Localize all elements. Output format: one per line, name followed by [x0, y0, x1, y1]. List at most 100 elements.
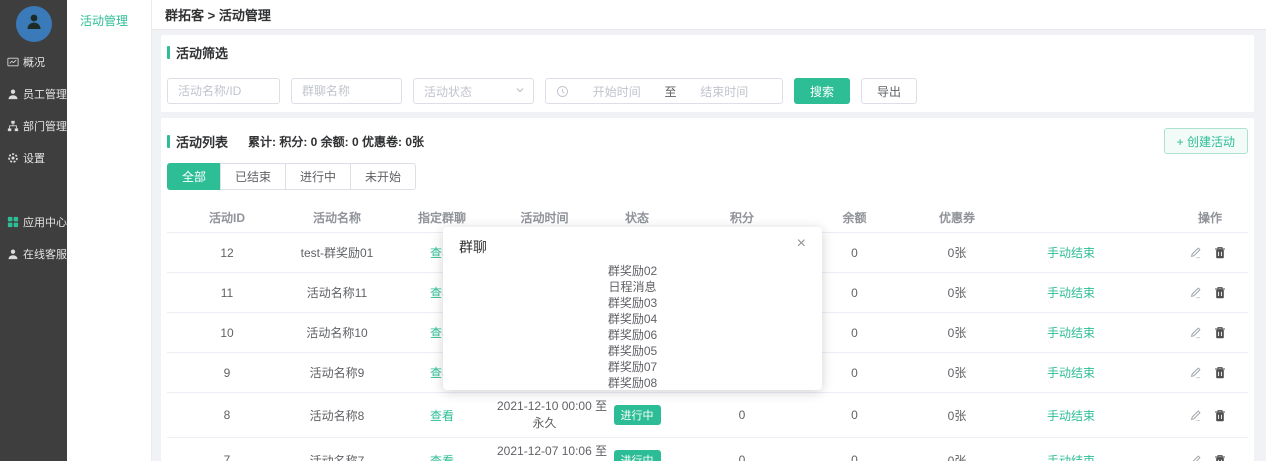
delete-icon[interactable] — [1214, 246, 1226, 259]
sidebar-item-department[interactable]: 部门管理 — [0, 110, 67, 142]
cell-activity-name: 活动名称10 — [287, 324, 387, 341]
cell-balance: 0 — [802, 453, 907, 461]
cell-activity-id: 7 — [167, 453, 287, 461]
row-action-icons — [1189, 246, 1248, 259]
column-header: 积分 — [682, 209, 802, 226]
tab-1[interactable]: 已结束 — [220, 163, 286, 190]
sidebar-item-settings[interactable]: 设置 — [0, 142, 67, 174]
manual-end-link[interactable]: 手动结束 — [1047, 407, 1095, 424]
delete-icon[interactable] — [1214, 366, 1226, 379]
cell-group-chat: 查看 — [387, 452, 497, 461]
cell-operations: 手动结束 — [1007, 407, 1248, 424]
row-action-icons — [1189, 366, 1248, 379]
cell-activity-time: 2021-12-07 10:06 至永久 — [497, 443, 592, 461]
row-action-icons — [1189, 286, 1248, 299]
sidebar-item-label: 设置 — [23, 150, 45, 166]
cell-coupons: 0张 — [907, 324, 1007, 341]
sidebar-item-service[interactable]: 在线客服 — [0, 238, 67, 270]
manual-end-link[interactable]: 手动结束 — [1047, 364, 1095, 381]
headset-person-icon — [7, 248, 19, 260]
app-grid-icon — [7, 216, 19, 228]
edit-icon[interactable] — [1189, 454, 1202, 461]
view-link[interactable]: 查看 — [430, 454, 454, 461]
export-button[interactable]: 导出 — [861, 78, 917, 104]
column-header: 活动ID — [167, 209, 287, 226]
sidebar-item-label: 在线客服 — [23, 246, 67, 262]
group-chat-item: 群奖励03 — [459, 295, 806, 311]
search-button[interactable]: 搜索 — [794, 78, 850, 104]
column-header: 余额 — [802, 209, 907, 226]
end-time-placeholder: 结束时间 — [677, 83, 773, 100]
cell-activity-id: 10 — [167, 326, 287, 340]
cell-activity-id: 8 — [167, 408, 287, 422]
list-section-title: 活动列表 — [167, 132, 228, 151]
cell-coupons: 0张 — [907, 284, 1007, 301]
person-icon — [7, 88, 19, 100]
green-bar-icon — [167, 135, 170, 148]
column-header: 指定群聊 — [387, 209, 497, 226]
cell-operations: 手动结束 — [1007, 284, 1248, 301]
activity-name-input[interactable] — [167, 78, 280, 104]
filter-card: 活动筛选 活动状态 开始时间 至 结束时间 搜索 导出 — [161, 35, 1254, 112]
cell-coupons: 0张 — [907, 452, 1007, 461]
column-header: 活动时间 — [497, 209, 592, 226]
cell-status: 进行中 — [592, 450, 682, 461]
tab-3[interactable]: 未开始 — [350, 163, 416, 190]
row-action-icons — [1189, 454, 1248, 461]
group-chat-list: 群奖励02日程消息群奖励03群奖励04群奖励06群奖励05群奖励07群奖励08 — [459, 263, 806, 391]
edit-icon[interactable] — [1189, 409, 1202, 422]
close-icon[interactable]: × — [797, 237, 806, 251]
delete-icon[interactable] — [1214, 409, 1226, 422]
sidebar-item-overview[interactable]: 概况 — [0, 46, 67, 78]
list-title: 活动列表 — [176, 132, 228, 151]
edit-icon[interactable] — [1189, 366, 1202, 379]
cell-activity-name: 活动名称9 — [287, 364, 387, 381]
activity-status-select[interactable]: 活动状态 — [413, 78, 534, 104]
edit-icon[interactable] — [1189, 246, 1202, 259]
group-chat-item: 群奖励07 — [459, 359, 806, 375]
modal-header: 群聊 × — [459, 237, 806, 257]
row-action-icons — [1189, 326, 1248, 339]
status-tabs: 全部已结束进行中未开始 — [167, 163, 1248, 190]
edit-icon[interactable] — [1189, 286, 1202, 299]
group-chat-item: 群奖励04 — [459, 311, 806, 327]
date-range-picker[interactable]: 开始时间 至 结束时间 — [545, 78, 783, 104]
cell-activity-id: 12 — [167, 246, 287, 260]
sidebar-item-apps[interactable]: 应用中心 — [0, 206, 67, 238]
view-link[interactable]: 查看 — [430, 409, 454, 423]
sidebar-item-label: 应用中心 — [23, 214, 67, 230]
table-row: 8活动名称8查看2021-12-10 00:00 至永久进行中000张手动结束 — [167, 393, 1248, 438]
topbar: 群拓客 > 活动管理 — [152, 0, 1266, 30]
sidebar-nav: 概况员工管理部门管理设置应用中心在线客服 — [0, 46, 67, 270]
group-name-input[interactable] — [291, 78, 402, 104]
tab-2[interactable]: 进行中 — [285, 163, 351, 190]
edit-icon[interactable] — [1189, 326, 1202, 339]
manual-end-link[interactable]: 手动结束 — [1047, 244, 1095, 261]
delete-icon[interactable] — [1214, 326, 1226, 339]
cell-status: 进行中 — [592, 405, 682, 425]
submenu-panel: 活动管理 — [67, 0, 152, 461]
status-badge: 进行中 — [614, 450, 661, 461]
app-logo[interactable] — [16, 6, 52, 42]
org-icon — [7, 120, 19, 132]
manual-end-link[interactable]: 手动结束 — [1047, 324, 1095, 341]
submenu-item-activity[interactable]: 活动管理 — [67, 0, 151, 29]
delete-icon[interactable] — [1214, 454, 1226, 461]
cell-operations: 手动结束 — [1007, 324, 1248, 341]
filter-row: 活动状态 开始时间 至 结束时间 搜索 导出 — [167, 78, 1248, 104]
cell-operations: 手动结束 — [1007, 364, 1248, 381]
column-header: 活动名称 — [287, 209, 387, 226]
create-activity-button[interactable]: + 创建活动 — [1164, 128, 1248, 154]
date-to-label: 至 — [665, 83, 677, 100]
totals-stats: 累计: 积分: 0 余额: 0 优惠卷: 0张 — [248, 133, 424, 150]
filter-section-title: 活动筛选 — [167, 43, 1248, 62]
delete-icon[interactable] — [1214, 286, 1226, 299]
manual-end-link[interactable]: 手动结束 — [1047, 284, 1095, 301]
tab-0[interactable]: 全部 — [167, 163, 221, 190]
clock-icon — [556, 85, 569, 98]
sidebar-item-staff[interactable]: 员工管理 — [0, 78, 67, 110]
manual-end-link[interactable]: 手动结束 — [1047, 452, 1095, 461]
row-action-icons — [1189, 409, 1248, 422]
dashboard-icon — [7, 56, 19, 68]
column-header: 优惠券 — [907, 209, 1007, 226]
